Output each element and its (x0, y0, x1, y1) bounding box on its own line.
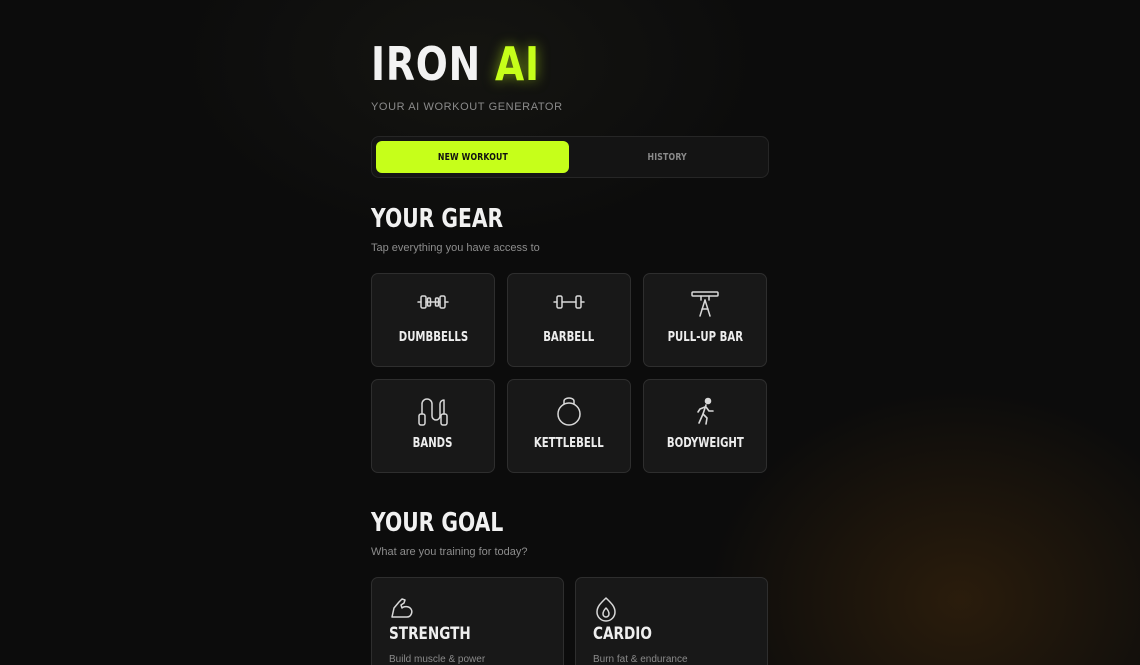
gear-label: BARBELL (543, 330, 595, 345)
goal-section-subtitle: What are you training for today? (371, 546, 528, 558)
gear-card-dumbbells[interactable]: DUMBBELLS (371, 273, 495, 367)
flame-icon (596, 597, 616, 622)
goal-title: STRENGTH (389, 624, 471, 644)
tab-new-workout-label: NEW WORKOUT (437, 151, 508, 163)
gear-grid: DUMBBELLS BARBELL PULL-UP BAR BANDS KETT… (371, 273, 769, 475)
gear-label: BODYWEIGHT (666, 436, 744, 451)
brand-name-main: IRON (371, 37, 481, 91)
gear-section-title: YOUR GEAR (371, 204, 504, 234)
app-tagline: YOUR AI WORKOUT GENERATOR (371, 101, 563, 113)
gear-card-kettlebell[interactable]: KETTLEBELL (507, 379, 631, 473)
flexed-bicep-icon (391, 598, 413, 618)
gear-label: BANDS (413, 436, 453, 451)
tab-new-workout[interactable]: NEW WORKOUT (376, 141, 569, 173)
running-person-icon (697, 397, 714, 425)
tab-history[interactable]: HISTORY (571, 141, 764, 173)
goal-card-strength[interactable]: STRENGTH Build muscle & power (371, 577, 564, 665)
goal-section-title: YOUR GOAL (371, 508, 504, 538)
view-tabs: NEW WORKOUT HISTORY (371, 136, 769, 178)
gear-label: DUMBBELLS (398, 330, 468, 345)
gear-label: PULL-UP BAR (667, 330, 743, 345)
goal-description: Burn fat & endurance (593, 654, 688, 665)
gear-card-barbell[interactable]: BARBELL (507, 273, 631, 367)
brand-name-accent: AI (494, 37, 540, 91)
gear-label: KETTLEBELL (534, 436, 604, 451)
resistance-bands-icon (418, 398, 448, 426)
app-logo: IRON AI (371, 36, 540, 92)
pull-up-bar-icon (691, 291, 719, 317)
gear-card-bodyweight[interactable]: BODYWEIGHT (643, 379, 767, 473)
gear-card-bands[interactable]: BANDS (371, 379, 495, 473)
gear-card-pull-up-bar[interactable]: PULL-UP BAR (643, 273, 767, 367)
dumbbell-icon (417, 295, 449, 309)
goal-card-cardio[interactable]: CARDIO Burn fat & endurance (575, 577, 768, 665)
tab-history-label: HISTORY (647, 151, 688, 163)
goal-description: Build muscle & power (389, 654, 486, 665)
barbell-icon (553, 295, 585, 309)
goal-title: CARDIO (593, 624, 652, 644)
kettlebell-icon (557, 397, 581, 426)
gear-section-subtitle: Tap everything you have access to (371, 242, 540, 254)
